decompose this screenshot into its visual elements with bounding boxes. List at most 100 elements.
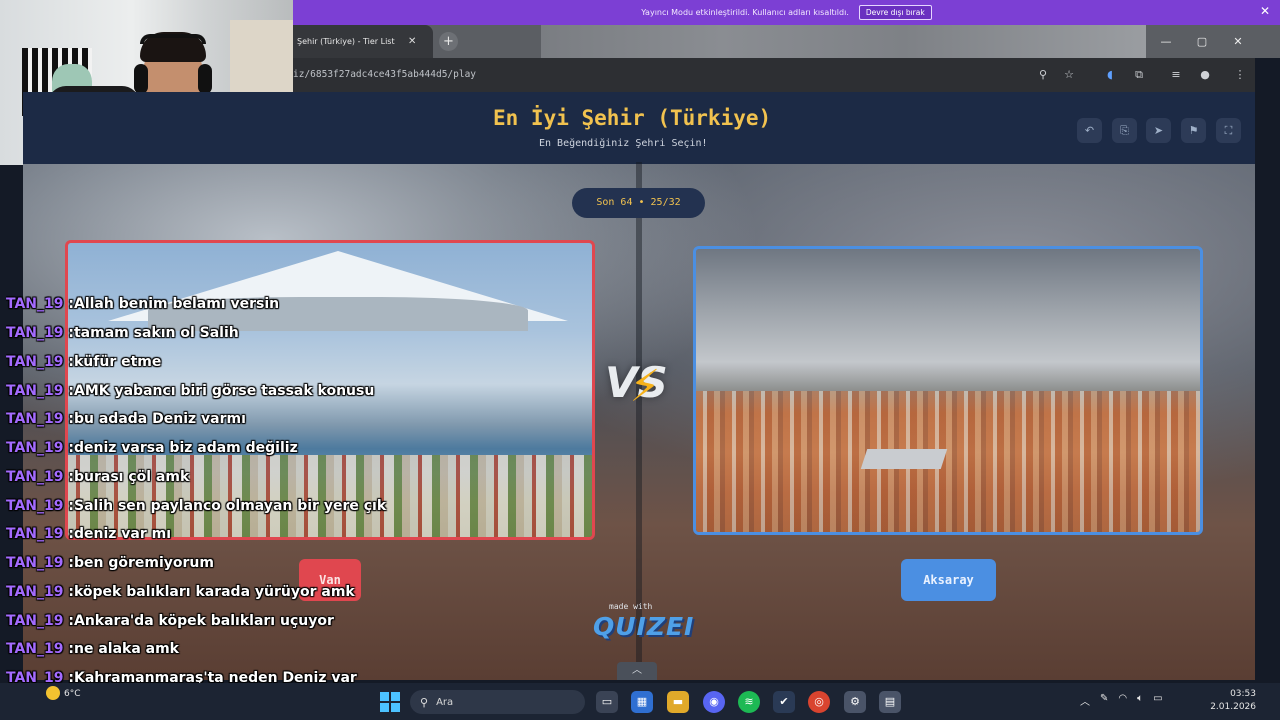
weather-temp[interactable]: 6°C: [64, 689, 81, 699]
tab-title: Şehir (Türkiye) - Tier List: [297, 37, 395, 46]
tab-active[interactable]: Şehir (Türkiye) - Tier List ✕: [293, 25, 433, 58]
chat-text: AMK yabancı biri görse tassak konusu: [73, 382, 375, 399]
chat-username: TAN_19: [6, 325, 64, 342]
send-icon[interactable]: ➤: [1146, 118, 1171, 143]
battery-icon[interactable]: ▭: [1153, 693, 1162, 708]
webcam-headset-left: [134, 64, 148, 94]
streamer-mode-banner: Yayıncı Modu etkinleştirildi. Kullanıcı …: [293, 0, 1280, 25]
chat-text: tamam sakın ol Salih: [73, 325, 239, 342]
extension-icon[interactable]: ◖: [1103, 68, 1117, 82]
chat-text: Ankara'da köpek balıkları uçuyor: [73, 612, 334, 629]
chat-message: TAN_19 : Ankara'da köpek balıkları uçuyo…: [6, 612, 334, 629]
wifi-icon[interactable]: ◠: [1118, 693, 1127, 708]
share-icon[interactable]: ⎘: [1112, 118, 1137, 143]
chat-username: TAN_19: [6, 353, 64, 370]
weather-icon[interactable]: [46, 686, 60, 700]
chat-text: köpek balıkları karada yürüyor amk: [73, 583, 355, 600]
chat-message: TAN_19 : burası çöl amk: [6, 468, 190, 485]
close-icon[interactable]: ✕: [1260, 4, 1270, 18]
streamer-mode-text: Yayıncı Modu etkinleştirildi. Kullanıcı …: [641, 8, 849, 17]
address-bar: iz/6853f27adc4ce43f5ab444d5/play ⚲ ☆ ◖ ⧉…: [293, 58, 1255, 92]
chat-text: küfür etme: [73, 353, 162, 370]
chat-username: TAN_19: [6, 468, 64, 485]
calculator-icon[interactable]: ▤: [879, 691, 901, 713]
webcam-headset-band: [140, 34, 206, 44]
chat-message: TAN_19 : küfür etme: [6, 353, 162, 370]
taskbar-search-input[interactable]: ⚲ Ara: [410, 690, 585, 714]
chat-username: TAN_19: [6, 296, 64, 313]
clock[interactable]: 03:53 2.01.2026: [1196, 688, 1256, 714]
disable-streamer-mode-button[interactable]: Devre dışı bırak: [858, 5, 932, 20]
option-right-button[interactable]: Aksaray: [901, 559, 996, 601]
tab-close-icon[interactable]: ✕: [408, 36, 416, 47]
chat-message: TAN_19 : deniz varsa biz adam değiliz: [6, 440, 298, 457]
screen: Yayıncı Modu etkinleştirildi. Kullanıcı …: [0, 0, 1280, 720]
fullscreen-icon[interactable]: ⛶: [1216, 118, 1241, 143]
profile-avatar-icon[interactable]: ●: [1198, 68, 1212, 82]
pen-icon[interactable]: ✎: [1100, 693, 1108, 708]
settings-gear-icon[interactable]: ⚙: [844, 691, 866, 713]
chat-message: TAN_19 : AMK yabancı biri görse tassak k…: [6, 382, 375, 399]
chat-message: TAN_19 : tamam sakın ol Salih: [6, 325, 239, 342]
chat-text: ben göremiyorum: [73, 555, 214, 572]
tab-strip-background: [541, 25, 1146, 58]
chat-username: TAN_19: [6, 641, 64, 658]
chat-text: burası çöl amk: [73, 468, 190, 485]
chat-text: Salih sen paylanco olmayan bir yere çık: [73, 497, 387, 514]
browser-tab-strip: Şehir (Türkiye) - Tier List ✕ + — ▢ ✕: [293, 25, 1280, 58]
chat-text: bu adada Deniz varmı: [73, 411, 246, 428]
maximize-button[interactable]: ▢: [1184, 25, 1220, 58]
brand-logo[interactable]: QUIZEI: [593, 612, 694, 641]
chat-message: TAN_19 : köpek balıkları karada yürüyor …: [6, 583, 355, 600]
new-tab-button[interactable]: +: [439, 32, 458, 51]
chat-username: TAN_19: [6, 583, 64, 600]
store-icon[interactable]: ▦: [631, 691, 653, 713]
speaker-icon[interactable]: 🔈︎: [1137, 693, 1143, 708]
close-window-button[interactable]: ✕: [1220, 25, 1256, 58]
chat-username: TAN_19: [6, 382, 64, 399]
undo-icon[interactable]: ↶: [1077, 118, 1102, 143]
zoom-icon[interactable]: ⚲: [1036, 68, 1050, 82]
chrome-icon[interactable]: ◎: [808, 691, 830, 713]
chat-text: deniz var mı: [73, 526, 172, 543]
file-explorer-icon[interactable]: ▬: [667, 691, 689, 713]
spotify-icon[interactable]: ≋: [738, 691, 760, 713]
chevron-up-icon[interactable]: ︿: [617, 662, 657, 680]
search-icon: ⚲: [420, 695, 429, 709]
url-field[interactable]: iz/6853f27adc4ce43f5ab444d5/play: [293, 69, 476, 80]
steam-icon[interactable]: ✔: [773, 691, 795, 713]
task-view-icon[interactable]: ▭: [596, 691, 618, 713]
system-tray: ︿ ✎ ◠ 🔈︎ ▭: [1080, 693, 1163, 708]
report-flag-icon[interactable]: ⚑: [1181, 118, 1206, 143]
media-icon[interactable]: ≡: [1169, 68, 1183, 82]
chevron-up-icon[interactable]: ︿: [1080, 693, 1090, 708]
chat-message: TAN_19 : Salih sen paylanco olmayan bir …: [6, 497, 387, 514]
round-counter: Son 64 • 25/32: [572, 188, 705, 218]
page-subtitle: En Beğendiğiniz Şehri Seçin!: [539, 138, 708, 149]
chat-username: TAN_19: [6, 440, 64, 457]
bookmark-star-icon[interactable]: ☆: [1062, 68, 1076, 82]
aksaray-stadium-roof: [860, 449, 948, 469]
discord-icon[interactable]: ◉: [703, 691, 725, 713]
aksaray-city: [696, 391, 1200, 532]
chat-text: ne alaka amk: [73, 641, 179, 658]
lightning-icon: ⚡: [629, 361, 661, 412]
made-with-label: made with: [609, 602, 653, 611]
chat-message: TAN_19 : Allah benim belamı versin: [6, 296, 280, 313]
chat-message: TAN_19 : ne alaka amk: [6, 641, 179, 658]
extensions-puzzle-icon[interactable]: ⧉: [1132, 68, 1146, 82]
page-title: En İyi Şehir (Türkiye): [493, 106, 772, 130]
chat-username: TAN_19: [6, 555, 64, 572]
page-header: En İyi Şehir (Türkiye) En Beğendiğiniz Ş…: [23, 92, 1255, 164]
windows-taskbar: 6°C ⚲ Ara ▭ ▦ ▬ ◉ ≋ ✔ ◎ ⚙ ▤ ︿ ✎ ◠ 🔈︎ ▭ 0…: [0, 683, 1280, 720]
browser-menu-icon[interactable]: ⋮: [1233, 68, 1247, 82]
start-button[interactable]: [380, 692, 400, 712]
clock-time: 03:53: [1230, 689, 1256, 699]
chat-text: Allah benim belamı versin: [73, 296, 280, 313]
option-image-right[interactable]: [693, 246, 1203, 535]
chat-username: TAN_19: [6, 612, 64, 629]
webcam-headset-right: [198, 64, 212, 94]
search-placeholder: Ara: [436, 696, 454, 708]
minimize-button[interactable]: —: [1148, 25, 1184, 58]
chat-message: TAN_19 : bu adada Deniz varmı: [6, 411, 246, 428]
